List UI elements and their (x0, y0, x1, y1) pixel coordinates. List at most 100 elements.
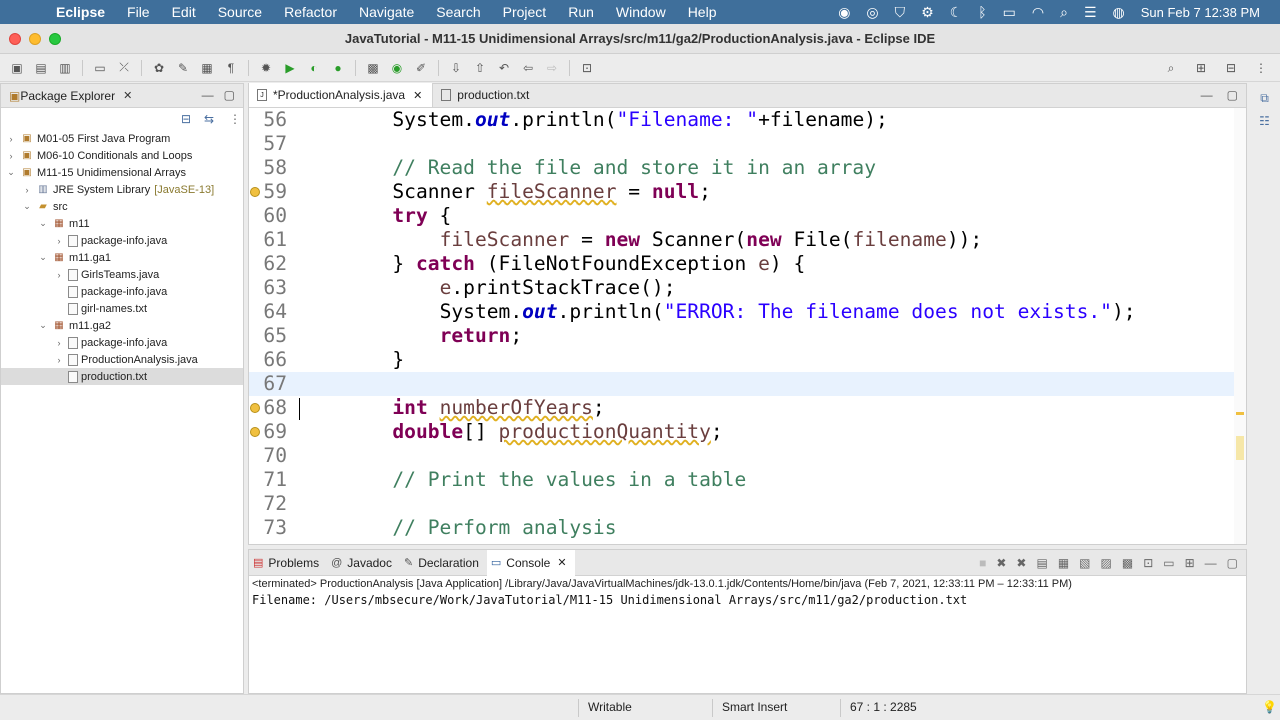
java-perspective-icon[interactable]: ⊟ (1222, 59, 1240, 77)
code-line[interactable]: 62 } catch (FileNotFoundException e) { (249, 252, 1246, 276)
run-icon[interactable]: ▶ (281, 59, 299, 77)
menu-refactor[interactable]: Refactor (284, 4, 337, 20)
open-console-icon[interactable]: ⊞ (1185, 556, 1195, 570)
pin-console-icon[interactable]: ⊡ (1143, 556, 1153, 570)
save-all-icon[interactable]: ▥ (56, 59, 74, 77)
forward-icon[interactable]: ⇨ (543, 59, 561, 77)
new-java-package-icon[interactable]: ▩ (364, 59, 382, 77)
toggle-block-selection-icon[interactable]: ▦ (198, 59, 216, 77)
coverage-icon[interactable]: ◐ (305, 59, 323, 77)
tree-item[interactable]: › ▥ JRE System Library [JavaSE-13] (1, 181, 243, 198)
maximize-icon[interactable]: ▢ (1227, 88, 1238, 102)
display-console-icon[interactable]: ▭ (1163, 556, 1174, 570)
menu-file[interactable]: File (127, 4, 150, 20)
code-line[interactable]: 59 Scanner fileScanner = null; (249, 180, 1246, 204)
code-line[interactable]: 58 // Read the file and store it in an a… (249, 156, 1246, 180)
tree-item[interactable]: ⌄ ▦ m11.ga2 (1, 317, 243, 334)
restore-icon[interactable]: ⧉ (1249, 91, 1280, 106)
menu-clock[interactable]: Sun Feb 7 12:38 PM (1141, 5, 1260, 20)
tree-item[interactable]: › package-info.java (1, 232, 243, 249)
menu-project[interactable]: Project (503, 4, 547, 20)
tip-icon[interactable]: 💡 (1262, 700, 1277, 714)
menu-navigate[interactable]: Navigate (359, 4, 414, 20)
tree-item[interactable]: ⌄ ▦ m11 (1, 215, 243, 232)
new-java-class-icon[interactable]: ◉ (388, 59, 406, 77)
tree-item[interactable]: girl-names.txt (1, 300, 243, 317)
battery-icon[interactable]: ▭ (1003, 4, 1016, 21)
menu-edit[interactable]: Edit (172, 4, 196, 20)
show-on-output-icon[interactable]: ▨ (1101, 556, 1112, 570)
open-type-icon[interactable]: ✿ (150, 59, 168, 77)
code-line[interactable]: 71 // Print the values in a table (249, 468, 1246, 492)
debug-icon[interactable]: ✹ (257, 59, 275, 77)
terminal-icon[interactable]: ▭ (91, 59, 109, 77)
show-whitespace-icon[interactable]: ¶ (222, 59, 240, 77)
minimize-icon[interactable]: — (1205, 556, 1217, 570)
maximize-icon[interactable]: ▢ (1227, 556, 1238, 570)
chevron-down-icon[interactable]: ⌄ (37, 252, 49, 263)
code-line[interactable]: 57 (249, 132, 1246, 156)
tree-item[interactable]: › ▣ M01-05 First Java Program (1, 130, 243, 147)
tab-declaration[interactable]: ✎ Declaration (400, 550, 487, 576)
new-icon[interactable]: ▣ (8, 59, 26, 77)
open-task-icon[interactable]: ✐ (412, 59, 430, 77)
code-line[interactable]: 66 } (249, 348, 1246, 372)
code-area[interactable]: 56 System.out.println("Filename: "+filen… (249, 108, 1246, 544)
remove-all-terminated-icon[interactable]: ✖ (1016, 556, 1026, 570)
code-line[interactable]: 56 System.out.println("Filename: "+filen… (249, 108, 1246, 132)
code-line[interactable]: 64 System.out.println("ERROR: The filena… (249, 300, 1246, 324)
overview-ruler[interactable] (1234, 108, 1246, 544)
menu-help[interactable]: Help (688, 4, 717, 20)
chevron-right-icon[interactable]: › (21, 185, 33, 195)
chevron-right-icon[interactable]: › (5, 134, 17, 144)
previous-annotation-icon[interactable]: ⇧ (471, 59, 489, 77)
code-line[interactable]: 65 return; (249, 324, 1246, 348)
code-line[interactable]: 73 // Perform analysis (249, 516, 1246, 540)
tree-item[interactable]: › ▣ M06-10 Conditionals and Loops (1, 147, 243, 164)
editor-tab-productionanalysis[interactable]: J *ProductionAnalysis.java ✕ (249, 83, 434, 107)
tab-problems[interactable]: ▤ Problems (249, 550, 327, 576)
close-icon[interactable]: ✕ (123, 89, 132, 102)
view-menu-icon[interactable]: ⋮ (229, 112, 241, 126)
pin-editor-icon[interactable]: ⊡ (578, 59, 596, 77)
remove-launch-icon[interactable]: ✖ (996, 556, 1006, 570)
tree-item[interactable]: production.txt (1, 368, 243, 385)
spotlight-search-icon[interactable]: ⌕ (1060, 4, 1068, 21)
code-line[interactable]: 70 (249, 444, 1246, 468)
next-annotation-icon[interactable]: ⇩ (447, 59, 465, 77)
clear-console-icon[interactable]: ▤ (1036, 556, 1047, 570)
code-line[interactable]: 69 double[] productionQuantity; (249, 420, 1246, 444)
moon-icon[interactable]: ☾ (950, 4, 963, 21)
chevron-right-icon[interactable]: › (53, 270, 65, 280)
close-icon[interactable]: ✕ (557, 556, 566, 569)
tab-console[interactable]: ▭ Console ✕ (486, 549, 575, 576)
chevron-down-icon[interactable]: ⌄ (5, 167, 17, 178)
menu-run[interactable]: Run (568, 4, 594, 20)
chevron-down-icon[interactable]: ⌄ (37, 218, 49, 229)
save-icon[interactable]: ▤ (32, 59, 50, 77)
show-on-error-icon[interactable]: ▩ (1122, 556, 1133, 570)
debug-perspective-icon[interactable]: ⋮ (1252, 59, 1270, 77)
tree-item[interactable]: › package-info.java (1, 334, 243, 351)
external-tools-icon[interactable]: ● (329, 59, 347, 77)
warning-marker[interactable] (1236, 436, 1244, 460)
chevron-down-icon[interactable]: ⌄ (21, 201, 33, 212)
tree-item[interactable]: package-info.java (1, 283, 243, 300)
menu-window[interactable]: Window (616, 4, 666, 20)
chevron-right-icon[interactable]: › (5, 151, 17, 161)
minimize-icon[interactable]: — (202, 88, 214, 102)
wifi-icon[interactable]: ◠ (1032, 4, 1044, 21)
gear-icon[interactable]: ⚙ (921, 4, 934, 21)
menu-search[interactable]: Search (436, 4, 480, 20)
code-line[interactable]: 72 (249, 492, 1246, 516)
code-line[interactable]: 61 fileScanner = new Scanner(new File(fi… (249, 228, 1246, 252)
status-insert-mode[interactable]: Smart Insert (722, 700, 787, 714)
toggle-mark-occurrences-icon[interactable]: ✎ (174, 59, 192, 77)
maximize-icon[interactable]: ▢ (224, 88, 235, 102)
sync-icon[interactable]: ◎ (866, 4, 878, 21)
code-line[interactable]: 60 try { (249, 204, 1246, 228)
control-center-icon[interactable]: ☰ (1084, 4, 1097, 21)
terminate-icon[interactable]: ■ (979, 556, 986, 570)
editor-tab-production-txt[interactable]: production.txt (433, 83, 539, 107)
open-perspective-icon[interactable]: ⊞ (1192, 59, 1210, 77)
